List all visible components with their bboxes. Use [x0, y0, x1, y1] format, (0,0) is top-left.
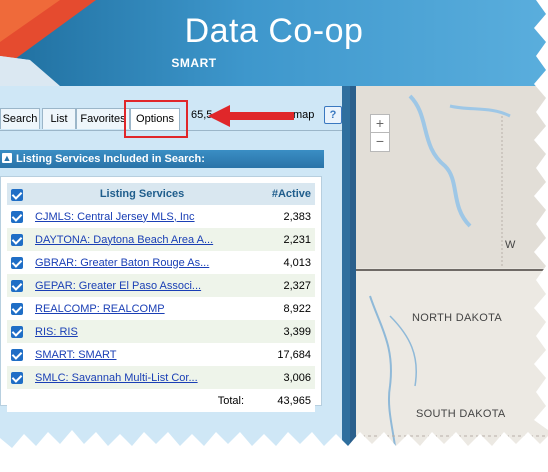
table-header-row: Listing Services #Active	[7, 183, 315, 205]
active-count: 8,922	[250, 297, 315, 320]
service-link[interactable]: SMART: SMART	[35, 349, 117, 361]
service-cell: CJMLS: Central Jersey MLS, Inc	[34, 205, 250, 228]
table-row: GEPAR: Greater El Paso Associ... 2,327	[7, 274, 315, 297]
active-count: 4,013	[250, 251, 315, 274]
table-row: CJMLS: Central Jersey MLS, Inc 2,383	[7, 205, 315, 228]
service-cell: SMART: SMART	[34, 343, 250, 366]
red-arrow-icon	[208, 105, 294, 127]
help-button[interactable]: ?	[324, 106, 342, 124]
map-label-w: W	[505, 239, 516, 251]
table-row: RIS: RIS 3,399	[7, 320, 315, 343]
column-header-active: #Active	[250, 183, 315, 205]
map-panel[interactable]: + − W NORTH DAKOTA SOUTH DAKOTA	[350, 86, 548, 472]
torn-edge	[0, 430, 548, 472]
total-spacer	[7, 389, 34, 412]
map-label: map	[293, 109, 315, 121]
service-link[interactable]: DAYTONA: Daytona Beach Area A...	[35, 234, 213, 246]
service-cell: GBRAR: Greater Baton Rouge As...	[34, 251, 250, 274]
table-row: DAYTONA: Daytona Beach Area A... 2,231	[7, 228, 315, 251]
total-value: 43,965	[250, 389, 315, 412]
service-cell: SMLC: Savannah Multi-List Cor...	[34, 366, 250, 389]
section-title: Listing Services Included in Search:	[16, 153, 205, 165]
service-link[interactable]: SMLC: Savannah Multi-List Cor...	[35, 372, 198, 384]
torn-edge-right	[534, 0, 548, 430]
active-count: 2,231	[250, 228, 315, 251]
panel-divider[interactable]	[342, 86, 350, 472]
row-checkbox[interactable]	[11, 234, 23, 246]
listing-services-table: Listing Services #Active CJMLS: Central …	[7, 183, 315, 412]
row-checkbox[interactable]	[11, 303, 23, 315]
select-all-checkbox[interactable]	[11, 188, 23, 201]
row-checkbox-cell[interactable]	[7, 297, 34, 320]
active-count: 3,399	[250, 320, 315, 343]
column-header-service: Listing Services	[34, 183, 250, 205]
service-link[interactable]: CJMLS: Central Jersey MLS, Inc	[35, 211, 195, 223]
service-link[interactable]: GBRAR: Greater Baton Rouge As...	[35, 257, 209, 269]
active-count: 17,684	[250, 343, 315, 366]
zoom-in-button[interactable]: +	[370, 114, 390, 134]
row-checkbox[interactable]	[11, 257, 23, 269]
zoom-out-button[interactable]: −	[370, 132, 390, 152]
tab-favorites[interactable]: Favorites	[76, 108, 130, 129]
map-label-north-dakota: NORTH DAKOTA	[412, 312, 502, 324]
row-checkbox-cell[interactable]	[7, 205, 34, 228]
row-checkbox-cell[interactable]	[7, 320, 34, 343]
table-row: REALCOMP: REALCOMP 8,922	[7, 297, 315, 320]
app-subtitle: SMART	[171, 56, 217, 70]
service-cell: GEPAR: Greater El Paso Associ...	[34, 274, 250, 297]
tab-list-label: List	[50, 113, 68, 125]
row-checkbox[interactable]	[11, 211, 23, 223]
row-checkbox[interactable]	[11, 326, 23, 338]
highlight-box	[124, 100, 188, 138]
tab-search-label: Search	[2, 113, 38, 125]
app-title: Data Co-op	[184, 12, 364, 50]
header-banner: Data Co-op SMART	[0, 0, 548, 86]
service-cell: REALCOMP: REALCOMP	[34, 297, 250, 320]
row-checkbox[interactable]	[11, 372, 23, 384]
listing-services-table-container: Listing Services #Active CJMLS: Central …	[0, 176, 322, 412]
row-checkbox-cell[interactable]	[7, 343, 34, 366]
total-label: Total:	[34, 389, 250, 412]
table-row: SMART: SMART 17,684	[7, 343, 315, 366]
service-link[interactable]: RIS: RIS	[35, 326, 78, 338]
service-link[interactable]: REALCOMP: REALCOMP	[35, 303, 165, 315]
row-checkbox-cell[interactable]	[7, 366, 34, 389]
map-label-south-dakota: SOUTH DAKOTA	[416, 408, 506, 420]
active-count: 2,327	[250, 274, 315, 297]
service-cell: RIS: RIS	[34, 320, 250, 343]
tab-search[interactable]: Search	[0, 108, 40, 129]
row-checkbox-cell[interactable]	[7, 228, 34, 251]
active-count: 2,383	[250, 205, 315, 228]
row-checkbox[interactable]	[11, 349, 23, 361]
active-count: 3,006	[250, 366, 315, 389]
table-row: GBRAR: Greater Baton Rouge As... 4,013	[7, 251, 315, 274]
total-row: Total: 43,965	[7, 389, 315, 412]
table-row: SMLC: Savannah Multi-List Cor... 3,006	[7, 366, 315, 389]
service-link[interactable]: GEPAR: Greater El Paso Associ...	[35, 280, 201, 292]
collapse-icon[interactable]: ▲	[2, 153, 12, 163]
section-header[interactable]: ▲ Listing Services Included in Search:	[0, 150, 324, 168]
row-checkbox-cell[interactable]	[7, 251, 34, 274]
row-checkbox[interactable]	[11, 280, 23, 292]
tab-list[interactable]: List	[42, 108, 76, 129]
tab-favorites-label: Favorites	[80, 113, 126, 125]
service-cell: DAYTONA: Daytona Beach Area A...	[34, 228, 250, 251]
app-window: Data Co-op SMART Search List Favorites O…	[0, 0, 548, 472]
select-all-checkbox-cell[interactable]	[7, 183, 34, 205]
row-checkbox-cell[interactable]	[7, 274, 34, 297]
